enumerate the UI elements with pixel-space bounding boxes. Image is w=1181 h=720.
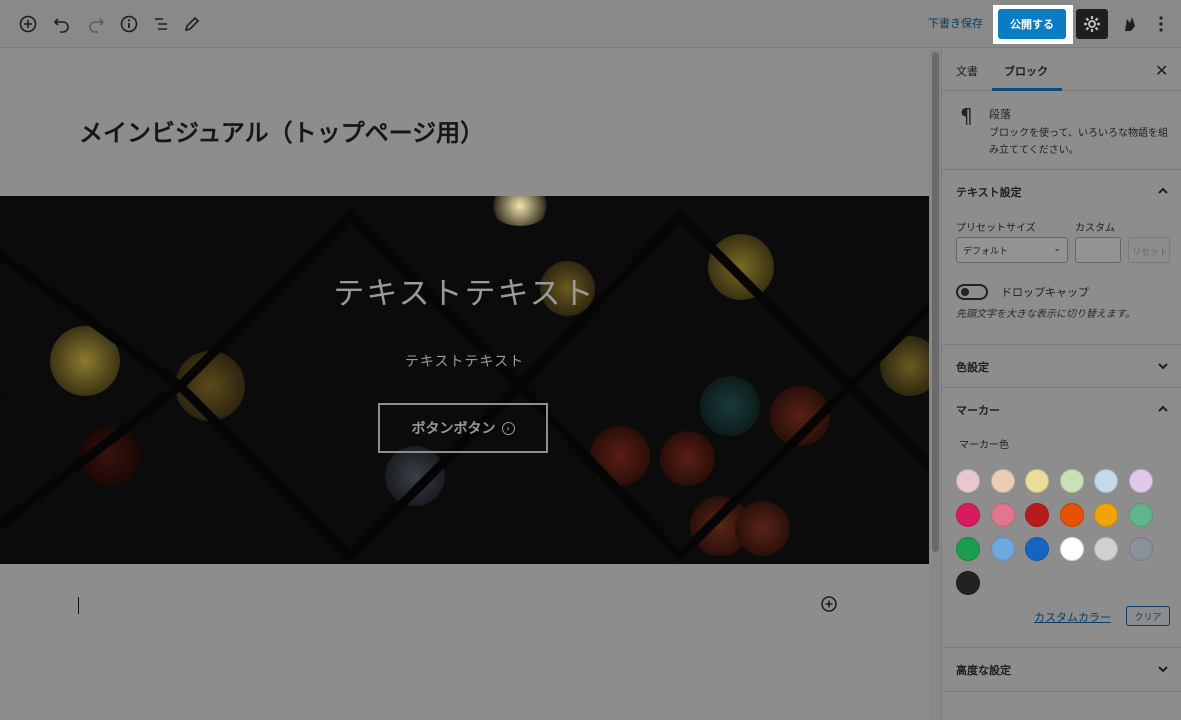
color-swatch[interactable] — [956, 537, 980, 561]
color-swatch[interactable] — [1025, 469, 1049, 493]
panel-text-settings-header[interactable]: テキスト設定 — [942, 170, 1181, 212]
color-swatch[interactable] — [1059, 537, 1084, 561]
preset-size-label: プリセットサイズ — [956, 223, 1036, 234]
color-swatch[interactable] — [1025, 503, 1049, 527]
panel-title: 色設定 — [956, 361, 989, 374]
panel-title: マーカー — [956, 404, 1000, 417]
color-swatch[interactable] — [1094, 537, 1118, 561]
cover-button[interactable]: ボタンボタン › — [378, 403, 548, 453]
active-tab-indicator — [992, 88, 1062, 91]
undo-icon[interactable] — [50, 12, 74, 36]
edit-icon[interactable] — [180, 12, 204, 36]
redo-icon[interactable] — [84, 12, 108, 36]
panel-advanced-header[interactable]: 高度な設定 — [942, 648, 1181, 690]
block-description: ブロックを使って、いろいろな物語を組み立ててください。 — [989, 128, 1168, 156]
chain-fence-pattern — [0, 209, 929, 563]
add-block-icon[interactable] — [16, 12, 40, 36]
editor-toolbar: 下書き保存 公開する — [0, 0, 1181, 48]
chevron-down-icon — [1156, 358, 1170, 372]
color-swatch[interactable] — [1025, 537, 1049, 561]
plugin-icon[interactable] — [1118, 12, 1142, 36]
post-title[interactable]: メインビジュアル（トップページ用） — [79, 113, 484, 148]
gear-icon — [1084, 16, 1100, 32]
chevron-up-icon — [1156, 183, 1170, 197]
custom-size-input[interactable] — [1075, 237, 1121, 263]
chevron-down-icon: ⌄ — [1053, 244, 1061, 254]
color-swatch[interactable] — [1094, 469, 1118, 493]
text-cursor — [78, 597, 79, 614]
block-name: 段落 — [989, 108, 1011, 121]
preset-size-value: デフォルト — [963, 247, 1009, 257]
color-swatch[interactable] — [1059, 469, 1084, 493]
divider — [942, 691, 1181, 692]
dropcap-help: 先頭文字を大きな表示に切り替えます。 — [956, 309, 1135, 320]
color-swatch[interactable] — [956, 571, 980, 595]
preset-size-select[interactable]: デフォルト ⌄ — [956, 237, 1068, 263]
panel-marker-header[interactable]: マーカー — [942, 388, 1181, 430]
sidebar-tabs: 文書 ブロック ✕ — [942, 49, 1181, 91]
add-block-inline-icon[interactable] — [819, 594, 839, 614]
list-view-icon[interactable] — [149, 12, 173, 36]
dropcap-toggle[interactable] — [956, 284, 988, 300]
color-swatch[interactable] — [1128, 537, 1153, 561]
cover-heading[interactable]: テキストテキスト — [0, 268, 929, 313]
close-icon[interactable]: ✕ — [1155, 61, 1168, 80]
paragraph-icon: ¶ — [960, 104, 973, 128]
more-vertical-icon[interactable] — [1149, 12, 1173, 36]
color-swatch[interactable] — [956, 469, 980, 493]
cover-block[interactable]: テキストテキスト テキストテキスト ボタンボタン › — [0, 196, 929, 564]
color-swatch[interactable] — [1128, 469, 1153, 493]
editor-scroll-thumb[interactable] — [932, 52, 939, 552]
publish-button[interactable]: 公開する — [998, 9, 1066, 39]
color-swatch[interactable] — [956, 503, 980, 527]
color-swatch[interactable] — [1094, 503, 1118, 527]
info-icon[interactable] — [117, 12, 141, 36]
reset-button[interactable]: リセット — [1128, 237, 1170, 263]
tab-document[interactable]: 文書 — [956, 63, 978, 79]
cover-subtext[interactable]: テキストテキスト — [0, 351, 929, 371]
panel-title: テキスト設定 — [956, 186, 1022, 199]
color-swatch[interactable] — [990, 503, 1015, 527]
cover-button-label: ボタンボタン — [411, 421, 496, 437]
block-card: ¶ 段落 ブロックを使って、いろいろな物語を組み立ててください。 — [942, 92, 1181, 170]
color-swatch[interactable] — [990, 469, 1015, 493]
custom-color-link[interactable]: カスタムカラー — [1034, 609, 1111, 625]
chevron-up-icon — [1156, 401, 1170, 415]
editor-canvas: メインビジュアル（トップページ用） テキストテキスト テキストテキスト ボタンボ… — [0, 49, 929, 720]
settings-button[interactable] — [1076, 9, 1108, 39]
circle-arrow-icon: › — [501, 421, 515, 435]
panel-title: 高度な設定 — [956, 664, 1011, 677]
panel-color-settings-header[interactable]: 色設定 — [942, 345, 1181, 387]
color-swatch[interactable] — [1059, 503, 1084, 527]
custom-size-label: カスタム — [1075, 223, 1115, 234]
marker-color-label: マーカー色 — [959, 440, 1009, 451]
color-swatch[interactable] — [1128, 503, 1153, 527]
color-swatch[interactable] — [990, 537, 1015, 561]
settings-sidebar: 文書 ブロック ✕ ¶ 段落 ブロックを使って、いろいろな物語を組み立ててくださ… — [941, 49, 1181, 720]
dropcap-label: ドロップキャップ — [1001, 286, 1089, 299]
save-draft-button[interactable]: 下書き保存 — [928, 15, 983, 31]
clear-button[interactable]: クリア — [1126, 606, 1170, 626]
chevron-down-icon — [1156, 661, 1170, 675]
tab-block[interactable]: ブロック — [1004, 63, 1048, 79]
